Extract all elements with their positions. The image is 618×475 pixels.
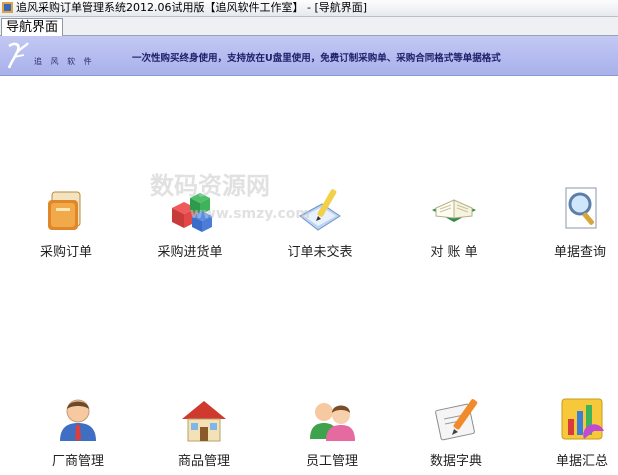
app-icon <box>2 2 13 13</box>
folder-icon <box>48 191 81 230</box>
slogan-text: 一次性购买终身使用，支持放在U盘里使用，免费订制采购单、采购合同格式等单据格式 <box>132 53 501 64</box>
nav-label: 采购进货单 <box>157 245 223 260</box>
nav-label: 商品管理 <box>177 454 230 469</box>
magnifier-icon <box>565 187 597 229</box>
nav-label: 员工管理 <box>305 454 358 469</box>
nav-label: 厂商管理 <box>51 454 104 469</box>
nav-document-summary[interactable]: 单据汇总 <box>530 395 618 471</box>
boxes-icon <box>172 193 212 232</box>
tab-navigation[interactable]: 导航界面 <box>1 18 64 36</box>
nav-open-orders[interactable]: 订单未交表 <box>268 186 372 262</box>
header-banner: 追 风 软 件 一次性购买终身使用，支持放在U盘里使用，免费订制采购单、采购合同… <box>0 36 618 76</box>
nav-staff-management[interactable]: 员工管理 <box>280 395 384 471</box>
open-book-icon <box>432 199 476 222</box>
nav-label: 采购订单 <box>39 245 92 260</box>
nav-vendor-management[interactable]: 厂商管理 <box>26 395 130 471</box>
people-icon <box>310 403 355 441</box>
nav-data-dictionary[interactable]: 数据字典 <box>404 395 508 471</box>
nav-document-query[interactable]: 单据查询 <box>528 186 618 262</box>
nav-label: 数据字典 <box>429 454 482 469</box>
window-titlebar: 追风采购订单管理系统2012.06试用版【追风软件工作室】 - [导航界面] <box>0 0 618 17</box>
brand-name: 追 风 软 件 <box>34 57 95 66</box>
person-icon <box>60 399 96 441</box>
window-title: 追风采购订单管理系统2012.06试用版【追风软件工作室】 - [导航界面] <box>16 1 368 14</box>
dictionary-icon <box>435 399 478 441</box>
nav-statement[interactable]: 对 账 单 <box>402 186 506 262</box>
nav-product-management[interactable]: 商品管理 <box>152 395 256 471</box>
nav-purchase-receipt[interactable]: 采购进货单 <box>138 186 242 262</box>
nav-label: 单据查询 <box>553 245 606 260</box>
nav-label: 订单未交表 <box>287 245 353 260</box>
nav-purchase-order[interactable]: 采购订单 <box>14 186 118 262</box>
nav-label: 单据汇总 <box>555 454 608 469</box>
house-icon <box>182 401 226 442</box>
tab-strip: 导航界面 <box>0 17 618 36</box>
nav-label: 对 账 单 <box>430 245 478 260</box>
chart-icon <box>561 398 604 440</box>
document-pen-icon <box>299 189 341 231</box>
logo-icon <box>7 42 29 69</box>
